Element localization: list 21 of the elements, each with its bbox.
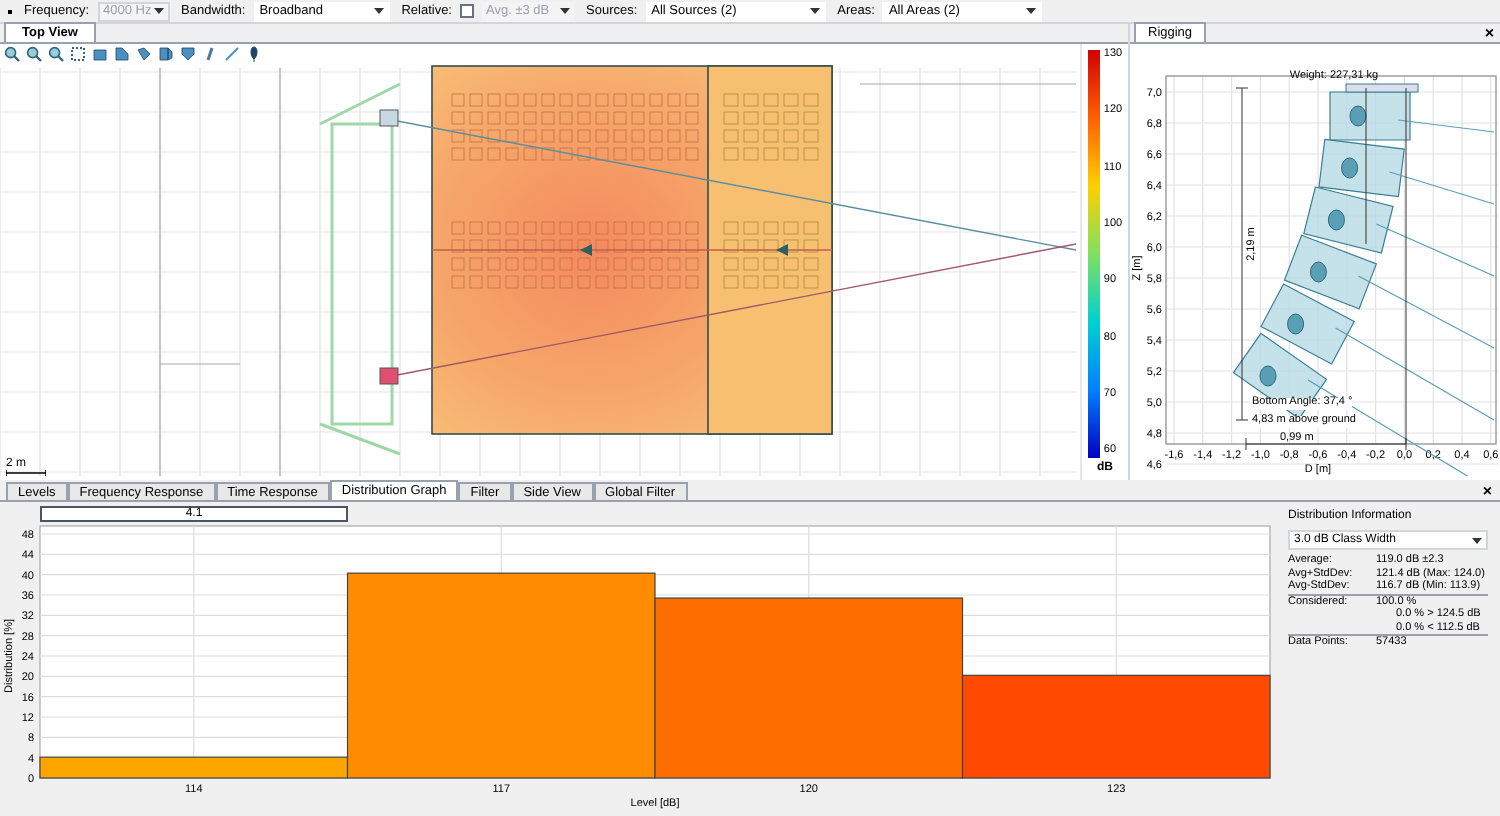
frame-icon[interactable] [70, 46, 86, 62]
scale-bar-icon [6, 470, 46, 476]
quarter-shape-icon[interactable] [114, 46, 130, 62]
caret-icon [1472, 537, 1482, 543]
caret-icon [560, 8, 570, 14]
zoom-fit-icon[interactable] [48, 46, 64, 62]
pen-icon[interactable] [202, 46, 218, 62]
close-button[interactable]: × [1484, 26, 1494, 42]
rectangle-icon[interactable] [92, 46, 108, 62]
zoom-out-icon[interactable] [26, 46, 42, 62]
caret-icon [1026, 8, 1037, 14]
caret-icon [373, 8, 384, 14]
line-icon[interactable] [224, 46, 240, 62]
zoom-in-icon[interactable] [4, 46, 20, 62]
caret-icon [153, 8, 164, 14]
caret-icon [809, 8, 820, 14]
close-button[interactable]: × [1482, 484, 1492, 500]
rhombus-icon[interactable] [136, 46, 152, 62]
half-shape-icon[interactable] [158, 46, 174, 62]
shield-shape-icon[interactable] [180, 46, 196, 62]
pin-icon[interactable] [246, 46, 262, 62]
